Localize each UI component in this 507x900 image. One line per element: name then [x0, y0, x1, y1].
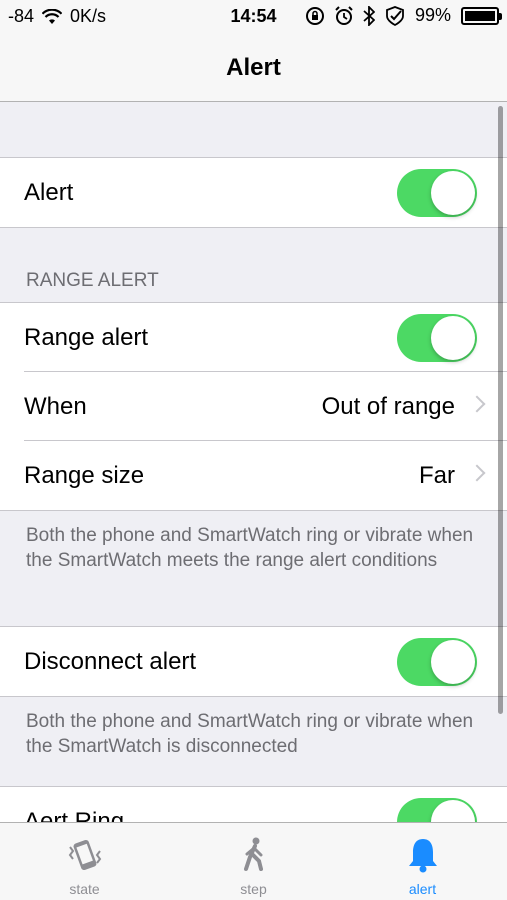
walking-person-icon: [243, 837, 263, 871]
disconnect-alert-label: Disconnect alert: [24, 647, 197, 675]
range-alert-label: Range alert: [24, 323, 149, 351]
alert-section: Alert: [0, 157, 507, 228]
tab-label: step: [240, 881, 267, 897]
alert-ring-toggle[interactable]: [397, 798, 477, 822]
disconnect-section: Disconnect alert: [0, 626, 507, 697]
when-value: Out of range: [321, 392, 455, 420]
tab-step[interactable]: step: [169, 823, 338, 900]
chevron-right-icon: [468, 464, 486, 482]
toggle-knob: [431, 800, 475, 822]
tab-alert[interactable]: alert: [338, 823, 507, 900]
ring-section: Aert Ring: [0, 786, 507, 822]
when-label: When: [24, 392, 87, 420]
rotation-lock-icon: [305, 6, 324, 25]
alert-toggle[interactable]: [397, 169, 477, 217]
alert-label: Alert: [24, 178, 74, 206]
scrollbar[interactable]: [498, 106, 503, 714]
alert-ring-label: Aert Ring: [24, 807, 125, 823]
toggle-knob: [431, 640, 475, 684]
alert-row: Alert: [0, 158, 507, 227]
toggle-knob: [431, 316, 475, 360]
bell-icon: [408, 839, 437, 873]
battery-icon: [461, 6, 502, 25]
when-row[interactable]: When Out of range: [0, 371, 507, 441]
alert-ring-row: Aert Ring: [0, 787, 507, 822]
shield-check-icon: [386, 5, 404, 26]
range-alert-header: RANGE ALERT: [26, 270, 159, 291]
page-title: Alert: [226, 54, 281, 81]
navigation-bar: Alert: [0, 34, 507, 102]
status-bar: -84 0K/s 14:54 99%: [0, 0, 507, 34]
range-size-label: Range size: [24, 461, 145, 489]
range-size-row[interactable]: Range size Far: [0, 440, 507, 510]
chevron-right-icon: [468, 395, 486, 413]
range-size-value: Far: [419, 461, 455, 489]
settings-list[interactable]: Alert RANGE ALERT Range alert When Out o…: [0, 103, 507, 822]
alarm-clock-icon: [335, 5, 353, 25]
range-alert-row: Range alert: [0, 303, 507, 372]
battery-percentage: 99%: [414, 5, 451, 25]
status-right: 99%: [305, 5, 502, 26]
disconnect-footer: Both the phone and SmartWatch ring or vi…: [26, 711, 474, 757]
phone-vibrate-icon: [68, 839, 101, 871]
bluetooth-icon: [363, 5, 375, 26]
range-alert-toggle[interactable]: [397, 314, 477, 362]
range-alert-section: Range alert When Out of range Range size…: [0, 302, 507, 511]
range-alert-footer: Both the phone and SmartWatch ring or vi…: [26, 525, 474, 571]
tab-bar: state step alert: [0, 822, 507, 900]
tab-label: alert: [408, 881, 437, 897]
disconnect-alert-row: Disconnect alert: [0, 627, 507, 696]
tab-state[interactable]: state: [0, 823, 169, 900]
tab-label: state: [69, 881, 100, 897]
disconnect-alert-toggle[interactable]: [397, 638, 477, 686]
toggle-knob: [431, 171, 475, 215]
